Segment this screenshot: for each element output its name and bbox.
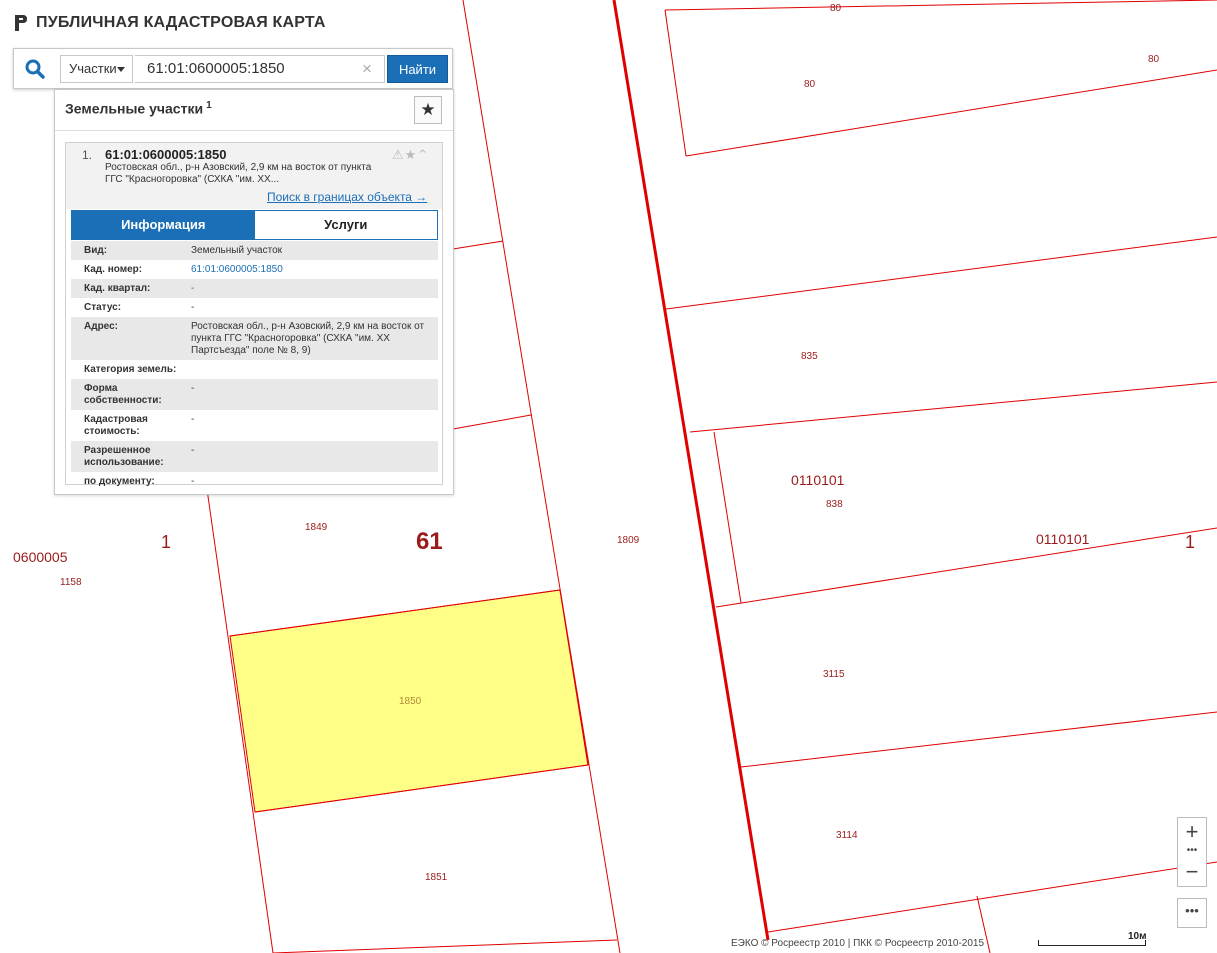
info-key: Форма собственности: [84,383,162,406]
info-value [271,360,438,379]
favorites-button[interactable]: ★ [414,96,442,124]
info-key: Кадастровая стоимость: [84,414,148,437]
search-type-select[interactable]: Участки [60,55,133,83]
info-key: Вид: [84,245,108,256]
parcel-boundary [664,9,687,157]
info-key: Кад. квартал: [84,283,151,294]
scale-label: 10м [1128,931,1147,942]
info-row: по документу: - [71,472,438,491]
parcel-boundary [740,711,1217,768]
info-value: Земельный участок [191,245,283,256]
info-key: Статус: [84,302,122,313]
search-input[interactable]: 61:01:0600005:1850 [135,55,385,83]
info-row: Кад. номер: 61:01:0600005:1850 [71,260,438,279]
map-label: 0110101 [1036,531,1090,547]
map-label: 1158 [60,577,82,588]
result-index: 1. [82,148,93,162]
parcel-boundary [272,939,618,953]
info-row: Форма собственности: - [71,379,438,410]
zoom-out-button[interactable]: − [1178,858,1206,886]
map-label: 0600005 [13,549,68,565]
search-bar: Участки 61:01:0600005:1850 × Найти [13,48,453,89]
search-icon[interactable] [24,58,46,80]
info-row: Кадастровая стоимость: - [71,410,438,441]
info-key: Категория земель: [84,364,177,375]
map-label: 3115 [823,669,845,680]
info-row: Вид: Земельный участок [71,241,438,260]
parcel-boundary [713,431,742,604]
search-in-bounds-link[interactable]: Поиск в границах объекта → [267,190,427,204]
result-cadastral-number: 61:01:0600005:1850 [105,147,227,162]
info-value: - [191,414,195,425]
panel-title-text: Земельные участки [65,100,204,117]
app-title-text: ПУБЛИЧНАЯ КАДАСТРОВАЯ КАРТА [36,14,326,31]
find-button[interactable]: Найти [387,55,448,83]
logo-icon [15,15,27,31]
parcel-boundary [685,69,1217,157]
tab-services[interactable]: Услуги [254,211,437,239]
map-label: 1849 [305,522,328,533]
map-label: 1851 [425,872,448,883]
info-row: Категория земель: [71,360,438,379]
map-label: 61 [416,528,443,555]
results-panel: Земельные участки 1 ★ 1. 61:01:0600005:18… [54,89,454,495]
info-value: - [191,383,195,394]
map-label: 838 [826,499,843,510]
info-value: Ростовская обл., р-н Азовский, 2,9 км на… [191,321,425,356]
parcel-boundary [767,861,1217,933]
map-label: 80 [830,3,842,14]
zoom-control: + ••• − [1177,817,1207,887]
more-tools-button[interactable]: ••• [1177,898,1207,928]
map-label: 80 [1148,54,1160,65]
clear-icon[interactable]: × [362,55,372,83]
parcel-boundary [665,236,1217,310]
map-label: 0110101 [791,472,845,488]
map-label: 1850 [399,696,422,707]
map-label: 835 [801,351,818,362]
parcel-boundary [664,0,1217,11]
zoom-in-button[interactable]: + [1178,818,1206,846]
info-value-link[interactable]: - [191,279,438,298]
info-row: Адрес: Ростовская обл., р-н Азовский, 2,… [71,317,438,360]
copyright-text: ЕЭКО © Росреестр 2010 | ПКК © Росреестр … [731,938,985,949]
result-action-icons[interactable]: ⚠★⌃ [392,147,429,163]
tab-information[interactable]: Информация [72,211,255,239]
info-key: Кад. номер: [84,264,143,275]
star-icon: ★ [420,100,436,119]
map-label: 1 [161,532,171,552]
zoom-level-dots[interactable]: ••• [1178,846,1206,856]
map-label: 80 [804,79,816,90]
info-value: - [191,476,195,487]
search-type-label: Участки [69,61,117,76]
info-value: - [191,302,195,313]
chevron-down-icon [117,67,125,72]
info-value-link[interactable]: 61:01:0600005:1850 [191,260,438,279]
divider [55,130,453,131]
app-title: ПУБЛИЧНАЯ КАДАСТРОВАЯ КАРТА [14,14,326,32]
road-boundary [612,0,770,941]
panel-title: Земельные участки 1 [65,100,212,117]
info-key: Разрешенное использование: [84,445,164,468]
info-row: Кад. квартал: - [71,279,438,298]
info-row: Статус: - [71,298,438,317]
result-count: 1 [206,100,212,111]
parcel-boundary [452,240,504,250]
parcel-boundary [462,0,621,953]
map-label: 1 [1185,532,1195,552]
parcel-boundary [689,381,1217,433]
parcel-boundary [715,527,1217,608]
info-row: Разрешенное использование: - [71,441,438,472]
map-label: 3114 [836,830,858,841]
info-table: Вид: Земельный участок Кад. номер: 61:01… [71,241,438,491]
result-address: Ростовская обл., р-н Азовский, 2,9 км на… [105,162,372,185]
result-card: 1. 61:01:0600005:1850 Ростовская обл., р… [65,142,443,487]
map-label: 1809 [617,535,640,546]
parcel-boundary [452,414,532,430]
info-tabs: Информация Услуги [71,210,438,240]
info-key: Адрес: [84,321,118,332]
info-value: - [191,445,195,456]
result-card-header[interactable]: 1. 61:01:0600005:1850 Ростовская обл., р… [66,143,442,209]
info-key: по документу: [84,476,155,487]
